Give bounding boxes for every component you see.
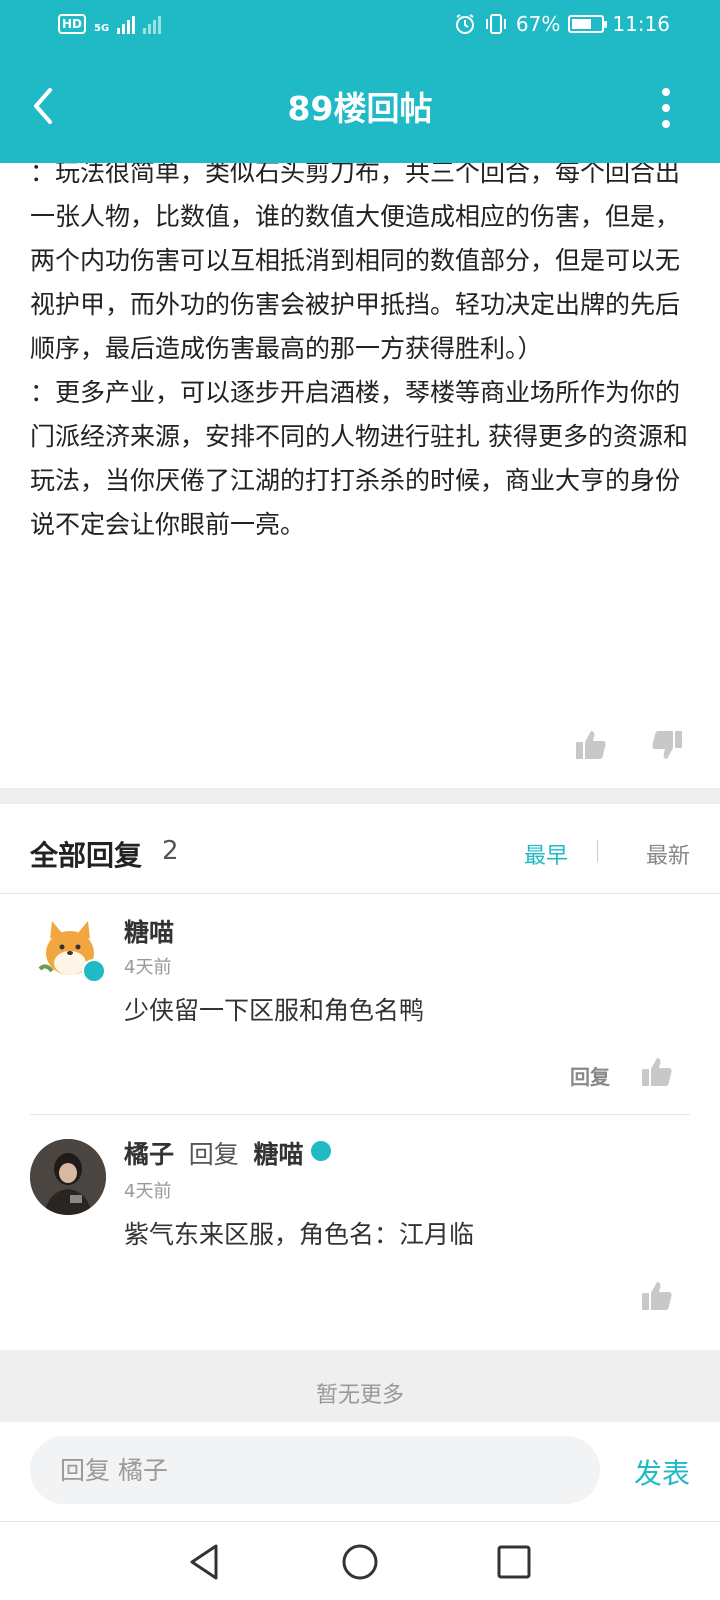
verified-badge-icon bbox=[309, 1139, 333, 1163]
thumbs-up-icon[interactable] bbox=[640, 1279, 674, 1313]
more-dot-icon bbox=[662, 104, 670, 112]
avatar[interactable] bbox=[30, 1139, 106, 1215]
status-right: 67% 11:16 bbox=[454, 12, 670, 36]
nav-recents-icon[interactable] bbox=[494, 1542, 534, 1582]
network-label: 5G bbox=[94, 23, 110, 34]
sort-divider bbox=[597, 840, 598, 862]
replies-title: 全部回复 bbox=[30, 839, 143, 872]
battery-level bbox=[572, 19, 592, 29]
post-actions bbox=[0, 728, 720, 778]
thumbs-up-icon[interactable] bbox=[640, 1055, 674, 1089]
nav-home-icon[interactable] bbox=[340, 1542, 380, 1582]
more-dot-icon bbox=[662, 88, 670, 96]
system-nav-bar bbox=[0, 1522, 720, 1600]
clock: 11:16 bbox=[612, 12, 670, 36]
reply-word: 回复 bbox=[188, 1140, 239, 1169]
section-divider bbox=[0, 788, 720, 804]
hd-badge: HD bbox=[58, 14, 87, 34]
replies-header: 全部回复 2 最早 最新 bbox=[0, 804, 720, 894]
vibrate-icon bbox=[485, 14, 506, 34]
page-title: 89楼回帖 bbox=[287, 89, 433, 128]
status-left: HD 5G bbox=[58, 14, 162, 34]
reply-text[interactable]: 紫气东来区服，角色名：江月临 bbox=[124, 1215, 474, 1251]
post-body: ：玩法很简单，类似石头剪刀布，共三个回合，每个回合出一张人物，比数值，谁的数值大… bbox=[30, 151, 690, 547]
replies-count: 2 bbox=[162, 836, 179, 866]
no-more-label: 暂无更多 bbox=[0, 1350, 720, 1422]
more-options-button[interactable] bbox=[656, 88, 676, 128]
battery-percent: 67% bbox=[515, 12, 561, 36]
thumbs-down-icon[interactable] bbox=[650, 728, 684, 762]
reply-author-name[interactable]: 橘子 bbox=[124, 1140, 174, 1169]
verified-badge-icon bbox=[82, 959, 106, 983]
reply-time: 4天前 bbox=[124, 1181, 172, 1202]
reply-target-name[interactable]: 糖喵 bbox=[253, 1140, 303, 1169]
alarm-icon bbox=[455, 14, 474, 34]
reply-author[interactable]: 糖喵 bbox=[124, 913, 174, 949]
reply-input[interactable] bbox=[30, 1436, 600, 1504]
publish-button[interactable]: 发表 bbox=[634, 1452, 690, 1492]
signal-icon bbox=[117, 14, 136, 34]
thumbs-up-icon[interactable] bbox=[574, 728, 608, 762]
status-bar: HD 5G 67% 11:16 bbox=[0, 0, 720, 54]
reply-item: 橘子 回复 糖喵 4天前 紫气东来区服，角色名：江月临 bbox=[0, 1115, 720, 1350]
app-bar: HD 5G 67% 11:16 89楼回帖 bbox=[0, 0, 720, 163]
person-avatar-icon bbox=[30, 1139, 106, 1215]
post-paragraph: ：玩法很简单，类似石头剪刀布，共三个回合，每个回合出一张人物，比数值，谁的数值大… bbox=[30, 158, 681, 363]
reply-text[interactable]: 少侠留一下区服和角色名鸭 bbox=[124, 991, 424, 1027]
reply-time: 4天前 bbox=[124, 957, 172, 978]
battery-icon bbox=[568, 15, 608, 33]
sort-newest-tab[interactable]: 最新 bbox=[646, 838, 690, 870]
more-dot-icon bbox=[662, 120, 670, 128]
reply-button[interactable]: 回复 bbox=[570, 1061, 610, 1090]
signal-2-icon bbox=[143, 14, 162, 34]
reply-author: 橘子 回复 糖喵 bbox=[124, 1135, 303, 1171]
nav-back-icon[interactable] bbox=[186, 1542, 226, 1582]
reply-item: 糖喵 4天前 少侠留一下区服和角色名鸭 回复 bbox=[0, 895, 720, 1115]
post-paragraph: ：更多产业，可以逐步开启酒楼，琴楼等商业场所作为你的门派经济来源，安排不同的人物… bbox=[30, 378, 688, 539]
reply-composer: 发表 bbox=[0, 1422, 720, 1522]
sort-earliest-tab[interactable]: 最早 bbox=[524, 838, 568, 870]
